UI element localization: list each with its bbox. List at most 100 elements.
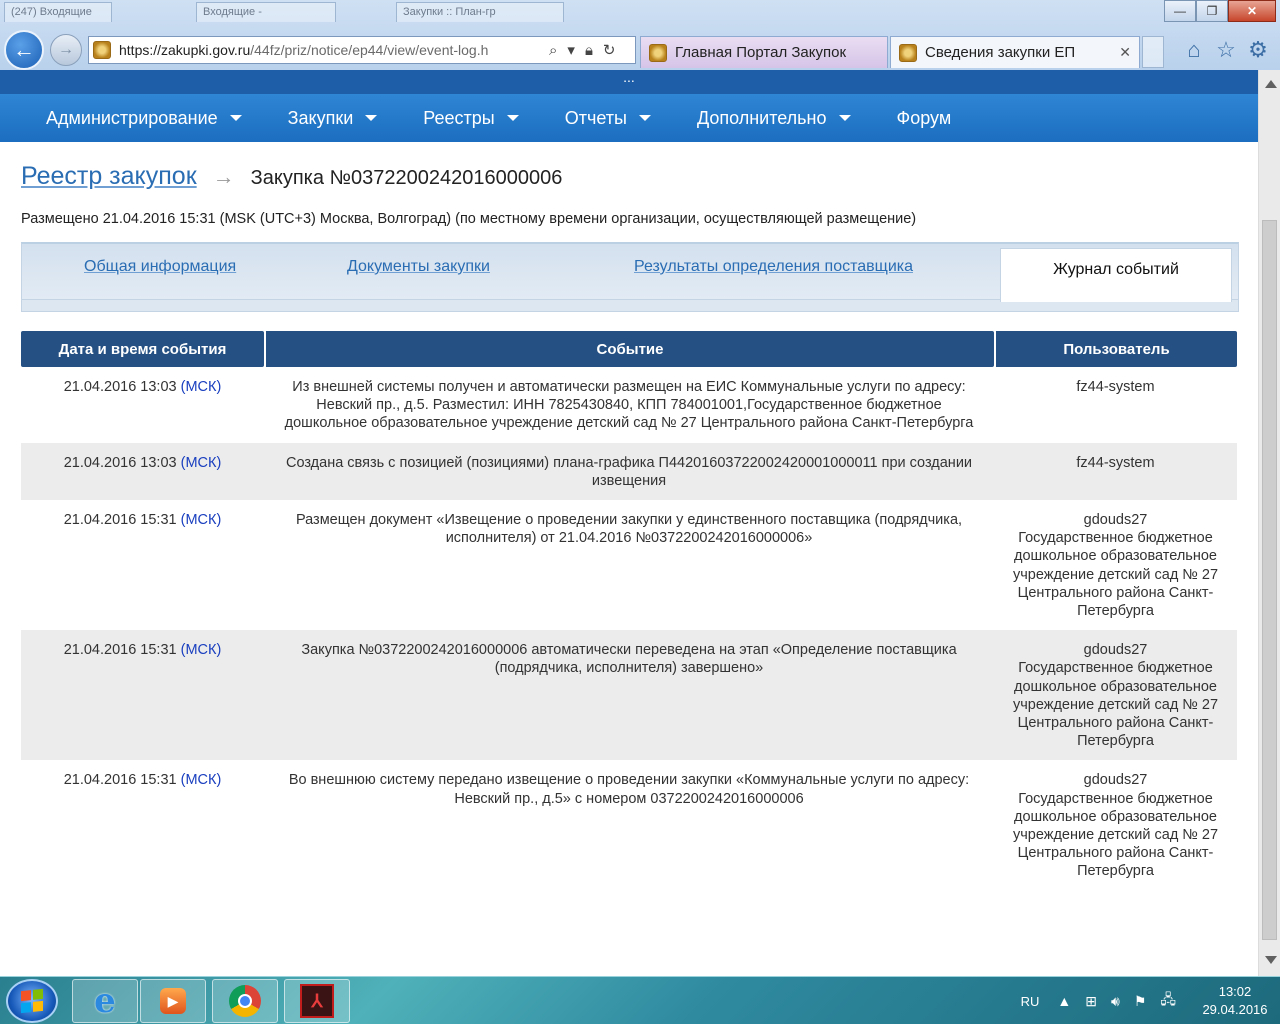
home-icon[interactable]: ⌂ bbox=[1180, 36, 1208, 64]
language-indicator[interactable]: RU bbox=[1021, 994, 1040, 1009]
star-icon[interactable]: ☆ bbox=[1212, 36, 1240, 64]
event-user-cell: gdouds27 Государственное бюджетное дошкол… bbox=[994, 500, 1237, 631]
top-strip: ... bbox=[0, 70, 1258, 94]
minimize-button[interactable]: — bbox=[1164, 0, 1196, 22]
clock-time: 13:02 bbox=[1218, 984, 1252, 999]
show-hidden-icons-icon[interactable]: ▲ bbox=[1057, 993, 1071, 1009]
address-bar[interactable]: https://zakupki.gov.ru/44fz/priz/notice/… bbox=[88, 36, 636, 64]
event-user-cell: gdouds27 Государственное бюджетное дошкол… bbox=[994, 760, 1237, 891]
lock-icon[interactable]: 🔒︎ bbox=[585, 42, 593, 59]
nav-label: Отчеты bbox=[564, 107, 627, 128]
tab-main-portal[interactable]: Главная Портал Закупок bbox=[640, 36, 888, 68]
caret-down-icon bbox=[638, 115, 651, 121]
event-datetime: 21.04.2016 15:31 bbox=[63, 512, 177, 529]
windows-logo-icon bbox=[21, 988, 43, 1014]
nav-item-registries[interactable]: Реестры bbox=[423, 108, 519, 129]
search-icon[interactable]: ⌕ bbox=[549, 42, 557, 59]
caret-down-icon bbox=[838, 115, 851, 121]
tab-label: Сведения закупки ЕП bbox=[925, 44, 1076, 61]
nav-item-reports[interactable]: Отчеты bbox=[565, 108, 651, 129]
site-favicon-icon bbox=[899, 43, 917, 62]
nav-item-forum[interactable]: Форум bbox=[897, 108, 952, 129]
taskbar-app-media-player[interactable]: ▶ bbox=[140, 979, 206, 1023]
browser-chrome: (247) Входящие Входящие - Закупки :: Пла… bbox=[0, 0, 1280, 70]
url-input[interactable]: https://zakupki.gov.ru/44fz/priz/notice/… bbox=[119, 42, 539, 58]
event-description: Из внешней системы получен и автоматичес… bbox=[264, 367, 994, 443]
event-user-cell: gdouds27 Государственное бюджетное дошкол… bbox=[994, 630, 1237, 761]
timezone-label: (МСК) bbox=[180, 512, 222, 529]
timezone-label: (МСК) bbox=[180, 642, 222, 659]
taskbar-app-internet-explorer[interactable]: e bbox=[72, 979, 138, 1023]
page-viewport: ... Администрирование Закупки Реестры От… bbox=[0, 70, 1258, 976]
refresh-icon[interactable]: ↻ bbox=[603, 41, 616, 59]
tab-label: Главная Портал Закупок bbox=[675, 44, 847, 61]
window-controls: — ❐ ✕ bbox=[1164, 0, 1276, 22]
caret-down-icon bbox=[506, 115, 519, 121]
caret-down-icon bbox=[229, 115, 242, 121]
event-user: fz44-system bbox=[994, 367, 1237, 443]
nav-item-additional[interactable]: Дополнительно bbox=[697, 108, 851, 129]
url-path: /44fz/priz/notice/ep44/view/event-log.h bbox=[250, 42, 489, 58]
clock[interactable]: 13:02 29.04.2016 bbox=[1190, 983, 1280, 1019]
page-title: Закупка №0372200242016000006 bbox=[250, 167, 563, 189]
arrow-right-icon: → bbox=[212, 164, 235, 189]
system-tray: RU ▲ ⊞ 🔊︎ ⚑ 🖧 13:02 29.04.2016 bbox=[1021, 977, 1280, 1024]
scroll-down-arrow-icon[interactable] bbox=[1265, 956, 1277, 964]
forward-button[interactable]: → bbox=[50, 34, 82, 66]
event-datetime-cell: 21.04.2016 15:31 (МСК) bbox=[21, 500, 264, 631]
table-row: 21.04.2016 13:03 (МСК) Из внешней систем… bbox=[21, 367, 1237, 443]
event-log-table: Дата и время события Событие Пользовател… bbox=[21, 331, 1237, 891]
event-datetime-cell: 21.04.2016 13:03 (МСК) bbox=[21, 367, 264, 443]
top-strip-ellipsis[interactable]: ... bbox=[623, 70, 635, 85]
taskbar-app-acrobat[interactable]: ⅄ bbox=[284, 979, 350, 1023]
network-icon[interactable]: 🖧 bbox=[1160, 989, 1176, 1013]
event-description: Создана связь с позицией (позициями) пла… bbox=[264, 442, 994, 501]
breadcrumb: Реестр закупок → Закупка №03722002420160… bbox=[21, 162, 562, 191]
close-tab-icon[interactable]: ✕ bbox=[1119, 44, 1131, 61]
column-header-datetime[interactable]: Дата и время события bbox=[21, 331, 264, 367]
scroll-up-arrow-icon[interactable] bbox=[1265, 80, 1277, 88]
background-tab[interactable]: Входящие - bbox=[196, 2, 336, 22]
new-tab-button[interactable] bbox=[1142, 36, 1164, 68]
nav-label: Закупки bbox=[287, 107, 354, 128]
scrollbar-thumb[interactable] bbox=[1262, 220, 1277, 940]
volume-icon[interactable]: 🔊︎ bbox=[1111, 993, 1120, 1010]
breadcrumb-registry-link[interactable]: Реестр закупок bbox=[21, 162, 197, 191]
taskbar-app-chrome[interactable] bbox=[212, 979, 278, 1023]
column-header-user[interactable]: Пользователь bbox=[994, 331, 1237, 367]
vertical-scrollbar[interactable] bbox=[1258, 70, 1280, 976]
nav-label: Форум bbox=[896, 107, 952, 128]
internet-explorer-icon: e bbox=[94, 981, 116, 1021]
event-datetime: 21.04.2016 15:31 bbox=[63, 642, 177, 659]
tab-event-log[interactable]: Журнал событий bbox=[1000, 248, 1232, 302]
event-description: Во внешнюю систему передано извещение о … bbox=[264, 760, 994, 891]
tab-supplier-results[interactable]: Результаты определения поставщика bbox=[634, 258, 913, 276]
event-user: fz44-system bbox=[994, 442, 1237, 501]
nav-label: Администрирование bbox=[46, 107, 218, 128]
event-description: Размещен документ «Извещение о проведени… bbox=[264, 500, 994, 631]
table-row: 21.04.2016 15:31 (МСК) Закупка №03722002… bbox=[21, 630, 1237, 761]
close-window-button[interactable]: ✕ bbox=[1228, 0, 1276, 22]
back-button[interactable]: ← bbox=[4, 30, 44, 70]
flag-icon[interactable]: ⚑ bbox=[1134, 993, 1147, 1010]
nav-item-procurement[interactable]: Закупки bbox=[288, 108, 378, 129]
table-row: 21.04.2016 13:03 (МСК) Создана связь с п… bbox=[21, 442, 1237, 501]
table-row: 21.04.2016 15:31 (МСК) Размещен документ… bbox=[21, 500, 1237, 631]
background-tab[interactable]: Закупки :: План-гр bbox=[396, 2, 564, 22]
background-tab[interactable]: (247) Входящие bbox=[4, 2, 112, 22]
restore-button[interactable]: ❐ bbox=[1196, 0, 1228, 22]
nav-item-administration[interactable]: Администрирование bbox=[46, 108, 242, 129]
gear-icon[interactable]: ⚙ bbox=[1244, 36, 1272, 64]
event-user: gdouds27 bbox=[1083, 512, 1148, 529]
tabs-bar: Общая информация Документы закупки Резул… bbox=[22, 244, 1238, 302]
tab-documents[interactable]: Документы закупки bbox=[347, 258, 490, 276]
tab-general-info[interactable]: Общая информация bbox=[84, 258, 236, 276]
windows-taskbar: e ▶ ⅄ RU ▲ ⊞ 🔊︎ ⚑ 🖧 13:02 29.04.2016 bbox=[0, 976, 1280, 1024]
dropdown-arrow-icon[interactable]: ▾ bbox=[567, 41, 575, 59]
windows-icon[interactable]: ⊞ bbox=[1085, 993, 1097, 1010]
tab-procurement-details[interactable]: Сведения закупки ЕП ✕ bbox=[890, 36, 1140, 68]
start-button[interactable] bbox=[6, 979, 58, 1023]
url-host: https://zakupki.gov.ru bbox=[119, 42, 251, 58]
event-datetime: 21.04.2016 13:03 bbox=[63, 379, 177, 395]
column-header-event[interactable]: Событие bbox=[264, 331, 994, 367]
